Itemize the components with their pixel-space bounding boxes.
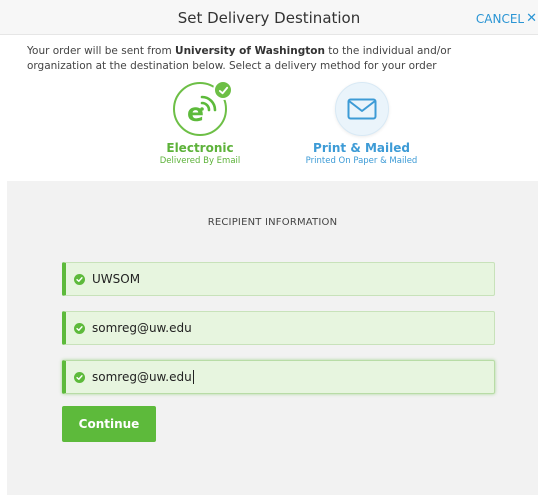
- delivery-method-print[interactable]: Print & Mailed Printed On Paper & Mailed: [294, 82, 429, 166]
- method-label: Electronic: [166, 141, 234, 155]
- field-value: UWSOM: [92, 272, 141, 286]
- section-title: RECIPIENT INFORMATION: [207, 217, 338, 228]
- field-value: somreg@uw.edu: [92, 370, 192, 384]
- cancel-label: CANCEL: [475, 11, 525, 26]
- close-icon: ✕: [526, 11, 537, 26]
- confirm-email-field[interactable]: somreg@uw.edu: [62, 360, 495, 394]
- method-label: Print & Mailed: [313, 141, 410, 155]
- text-caret: [192, 370, 194, 384]
- selected-check-icon: [213, 80, 233, 100]
- electronic-e-icon: e: [173, 80, 233, 136]
- method-sublabel: Delivered By Email: [159, 156, 241, 166]
- intro-text: Your order will be sent from University …: [27, 44, 497, 74]
- envelope-icon: [334, 82, 389, 136]
- delivery-method-electronic[interactable]: e Electronic Delivered By Email: [145, 80, 255, 166]
- intro-text-before: Your order will be sent from: [27, 45, 176, 57]
- recipient-name-field[interactable]: UWSOM: [62, 262, 495, 296]
- dialog-title: Set Delivery Destination: [177, 9, 361, 27]
- method-sublabel: Printed On Paper & Mailed: [305, 156, 418, 166]
- continue-button[interactable]: Continue: [62, 406, 156, 442]
- dialog-header: Set Delivery Destination CANCEL ✕: [0, 0, 538, 35]
- recipient-panel: RECIPIENT INFORMATION UWSOM somreg@uw.ed…: [7, 181, 538, 495]
- valid-check-icon: [74, 273, 85, 285]
- valid-check-icon: [74, 371, 85, 383]
- field-value: somreg@uw.edu: [92, 321, 192, 335]
- cancel-button[interactable]: CANCEL ✕: [476, 11, 537, 26]
- institution-name: University of Washington: [175, 45, 325, 57]
- recipient-email-field[interactable]: somreg@uw.edu: [62, 311, 495, 345]
- valid-check-icon: [74, 322, 85, 334]
